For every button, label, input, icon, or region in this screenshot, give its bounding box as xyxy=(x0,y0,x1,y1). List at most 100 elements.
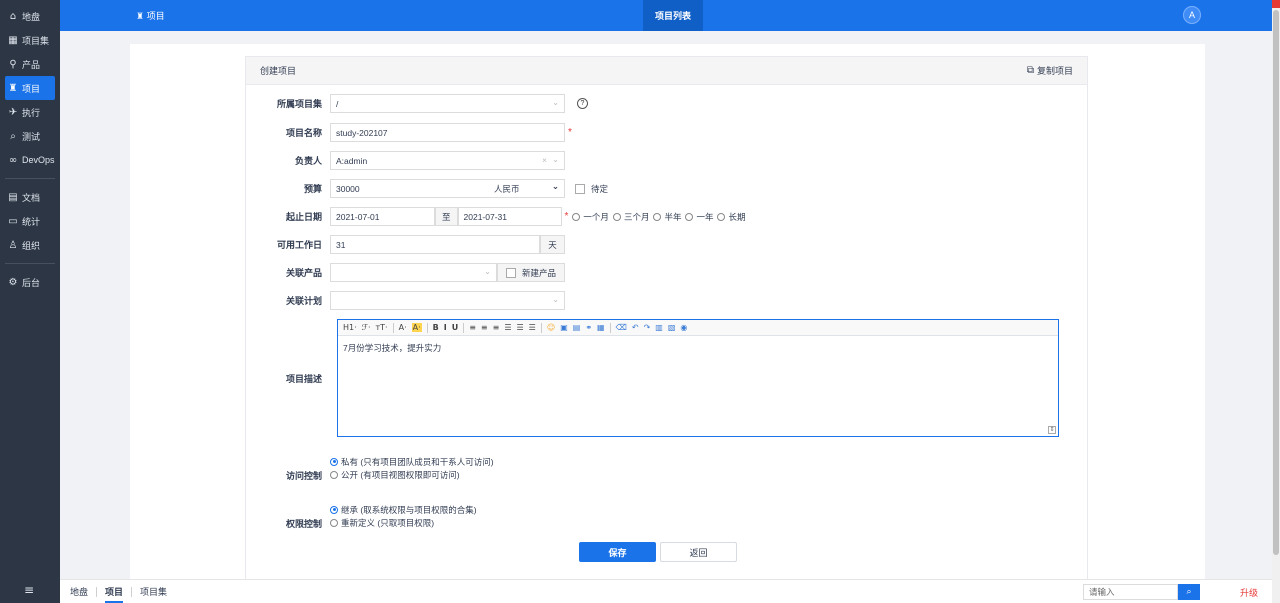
date-range-radio[interactable] xyxy=(685,212,694,221)
sidebar-item-3[interactable]: ♜ 项目 xyxy=(5,76,55,100)
date-range-option-label: 一年 xyxy=(696,211,714,222)
clear-icon[interactable]: × xyxy=(542,155,547,165)
upgrade-link[interactable]: 升级 xyxy=(1240,586,1258,599)
acl-radio[interactable] xyxy=(330,457,338,466)
toolbar-button[interactable]: ☺ xyxy=(547,323,555,332)
toolbar-button[interactable]: ▧ xyxy=(668,323,676,332)
toolbar-button[interactable]: ℱ· xyxy=(362,323,371,332)
toolbar-button[interactable]: ≡ xyxy=(493,323,500,332)
workdays-value: 31 xyxy=(336,239,346,250)
end-date-input[interactable]: 2021-07-31 xyxy=(457,207,562,226)
auth-option[interactable]: 重新定义 (只取项目权限) xyxy=(330,516,477,529)
auth-option[interactable]: 继承 (取系统权限与项目权限的合集) xyxy=(330,503,477,516)
product-select[interactable]: ⌄ xyxy=(330,263,497,282)
resize-handle-icon[interactable]: ⇕ xyxy=(1048,426,1056,434)
acl-option[interactable]: 私有 (只有项目团队成员和干系人可访问) xyxy=(330,455,494,468)
toolbar-button[interactable]: B xyxy=(433,323,439,332)
description-editor[interactable]: H1· ℱ· тT· A· A· B I U ≡ ≡ ≡ ☰ ☰ ☰ ☺ ▣ ▤ ⚭ ▦ ⌫ ↶ ↷ ▥ ▧ ◉ 7月份学习技术… xyxy=(337,319,1059,437)
acl-option[interactable]: 公开 (有项目视图权限即可访问) xyxy=(330,468,494,481)
row-acl: 访问控制 私有 (只有项目团队成员和干系人可访问) 公开 (有项目视图权限即可访问… xyxy=(246,455,494,481)
sidebar-icon: ⌂ xyxy=(9,10,17,22)
toolbar-button[interactable]: ▦ xyxy=(597,323,605,332)
breadcrumb-item[interactable]: 地盘 xyxy=(62,585,96,598)
sidebar-item-0[interactable]: ⌂ 地盘 xyxy=(0,4,60,28)
toolbar-button[interactable]: ▤ xyxy=(573,323,581,332)
top-navbar: ♜ 项目 项目列表 A xyxy=(60,0,1272,31)
sidebar-item-1[interactable]: ▦ 项目集 xyxy=(0,28,60,52)
tbd-checkbox[interactable] xyxy=(575,183,585,194)
save-button[interactable]: 保存 xyxy=(579,542,656,562)
acl-option-label: 公开 (有项目视图权限即可访问) xyxy=(341,469,460,480)
help-icon[interactable]: ? xyxy=(577,98,588,109)
currency-select[interactable]: 人民币 xyxy=(494,183,520,195)
toolbar-button[interactable]: ⌫ xyxy=(616,323,627,332)
toolbar-button[interactable]: тT· xyxy=(376,323,388,332)
toolbar-button[interactable]: ☰ xyxy=(529,323,536,332)
scrollbar-thumb[interactable] xyxy=(1273,10,1279,555)
budget-input[interactable]: 30000 人民币 ⌄ xyxy=(330,179,565,198)
new-product-checkbox[interactable] xyxy=(506,267,516,278)
sidebar-item-8[interactable]: ▭ 统计 xyxy=(0,209,60,233)
acl-radio[interactable] xyxy=(330,470,338,479)
toolbar-button[interactable]: ▣ xyxy=(560,323,568,332)
toolbar-button[interactable]: I xyxy=(444,323,447,332)
sidebar-item-label: DevOps xyxy=(22,155,55,165)
toolbar-button[interactable]: A· xyxy=(411,323,422,332)
date-range-radio[interactable] xyxy=(653,212,662,221)
section-title[interactable]: ♜ 项目 xyxy=(136,9,165,22)
start-date-input[interactable]: 2021-07-01 xyxy=(330,207,435,226)
project-name-input[interactable]: study-202107 xyxy=(330,123,565,142)
search-icon[interactable]: ⌕ xyxy=(1178,584,1200,600)
scrollbar[interactable] xyxy=(1272,0,1280,603)
toolbar-button[interactable]: ▥ xyxy=(655,323,663,332)
avatar[interactable]: A xyxy=(1183,6,1201,24)
date-range-radio[interactable] xyxy=(717,212,726,221)
sidebar-item-label: 统计 xyxy=(22,216,41,227)
sidebar-item-6[interactable]: ∞ DevOps xyxy=(0,148,60,172)
toolbar-button[interactable]: ⚭ xyxy=(585,323,592,332)
sidebar-item-4[interactable]: ✈ 执行 xyxy=(0,100,60,124)
date-range-option-label: 一个月 xyxy=(583,211,609,222)
breadcrumb-item[interactable]: 项目 xyxy=(97,585,131,603)
workdays-input[interactable]: 31 xyxy=(330,235,540,254)
plan-select[interactable]: ⌄ xyxy=(330,291,565,310)
workdays-unit: 天 xyxy=(540,235,565,254)
new-product-toggle[interactable]: 新建产品 xyxy=(497,263,565,282)
sidebar-item-label: 执行 xyxy=(22,107,41,118)
end-date-value: 2021-07-31 xyxy=(463,211,507,222)
copy-project-button[interactable]: ⧉ 复制项目 xyxy=(1027,64,1073,77)
panel-header: 创建项目 ⧉ 复制项目 xyxy=(246,57,1087,85)
search-input[interactable]: 请输入 xyxy=(1083,584,1178,600)
start-date-value: 2021-07-01 xyxy=(336,211,380,222)
toolbar-button[interactable]: U xyxy=(452,323,459,332)
sidebar-item-5[interactable]: ⌕ 测试 xyxy=(0,124,60,148)
toolbar-button[interactable]: A· xyxy=(399,323,407,332)
breadcrumb: 地盘 项目 项目集 xyxy=(60,585,175,603)
auth-radio[interactable] xyxy=(330,505,338,514)
sidebar-item-9[interactable]: ♙ 组织 xyxy=(0,233,60,257)
toolbar-button[interactable]: ↶ xyxy=(632,323,639,332)
scroll-up-arrow-icon[interactable] xyxy=(1272,0,1280,8)
auth-radio[interactable] xyxy=(330,518,338,527)
date-range-radio[interactable] xyxy=(612,212,621,221)
owner-select[interactable]: A:admin × ⌄ xyxy=(330,151,565,170)
back-button[interactable]: 返回 xyxy=(660,542,737,562)
toolbar-button[interactable]: ☰ xyxy=(504,323,511,332)
sidebar-item-2[interactable]: ⚲ 产品 xyxy=(0,52,60,76)
program-select[interactable]: / ⌄ xyxy=(330,94,565,113)
create-project-panel: 创建项目 ⧉ 复制项目 所属项目集 / ⌄ ? 项目名称 study-20210… xyxy=(245,56,1088,581)
sidebar-item-10[interactable]: ⚙ 后台 xyxy=(0,270,60,294)
toolbar-button[interactable]: ◉ xyxy=(680,323,687,332)
workdays-label: 可用工作日 xyxy=(276,240,322,250)
sidebar-item-7[interactable]: ▤ 文档 xyxy=(0,185,60,209)
date-range-radio[interactable] xyxy=(572,212,581,221)
menu-toggle-icon[interactable]: ≡ xyxy=(24,583,34,597)
breadcrumb-item[interactable]: 项目集 xyxy=(132,585,175,598)
toolbar-button[interactable]: ☰ xyxy=(517,323,524,332)
toolbar-button[interactable]: H1· xyxy=(343,323,357,332)
description-content[interactable]: 7月份学习技术，提升实力 xyxy=(338,336,1058,360)
toolbar-button[interactable]: ≡ xyxy=(481,323,488,332)
tab-project-list[interactable]: 项目列表 xyxy=(643,0,703,31)
toolbar-button[interactable]: ↷ xyxy=(644,323,651,332)
toolbar-button[interactable]: ≡ xyxy=(469,323,476,332)
